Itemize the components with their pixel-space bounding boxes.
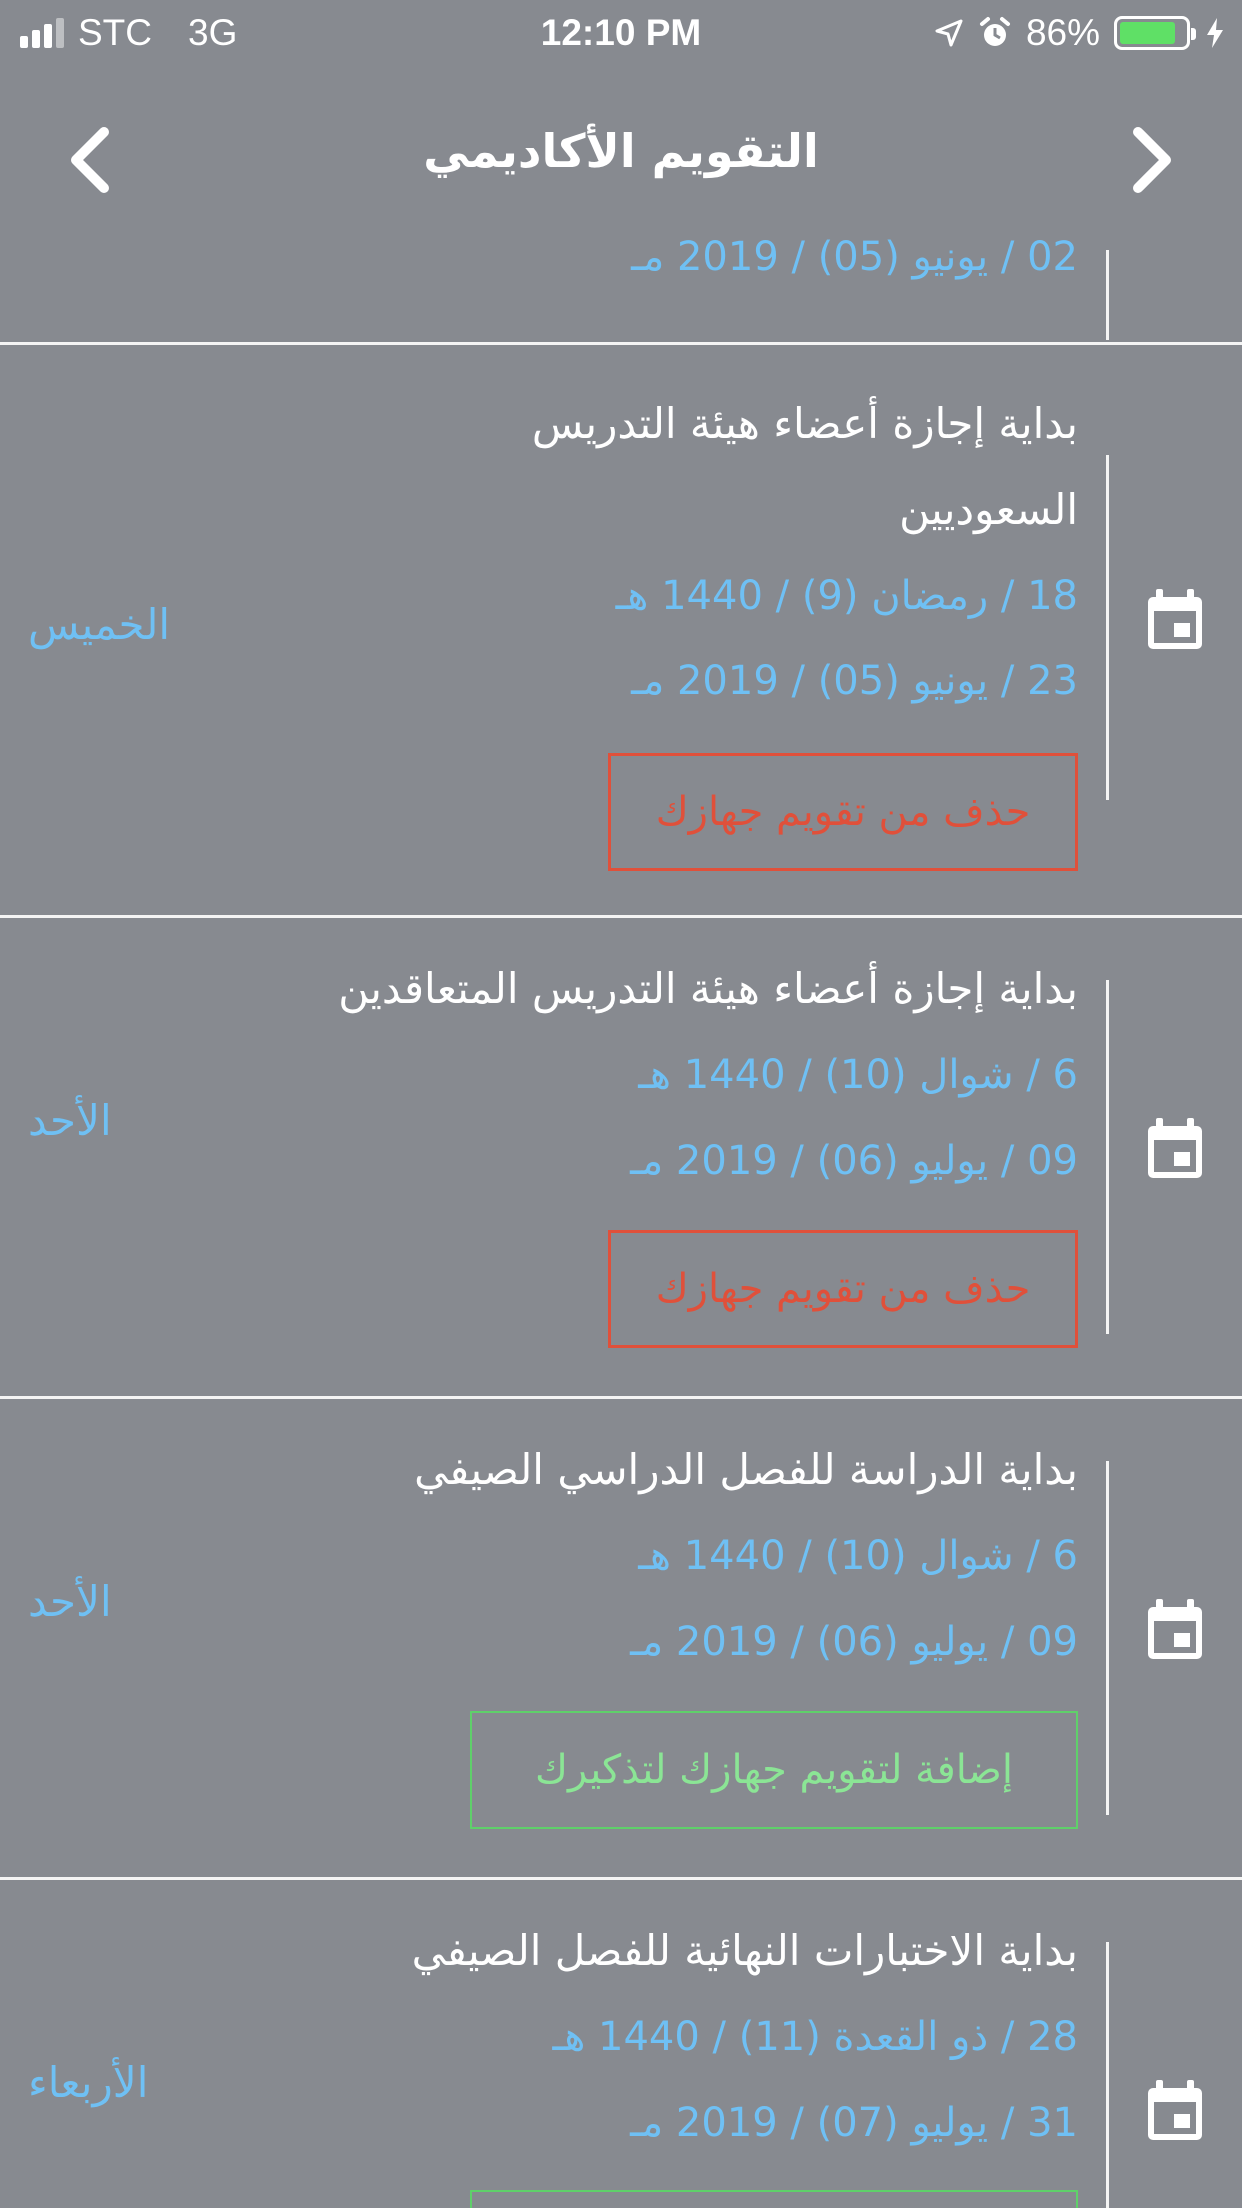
hijri-date: 6 / شوال (10) / 1440 هـ — [638, 1052, 1078, 1098]
weekday-label: الأحد — [28, 1577, 112, 1626]
list-item[interactable]: بداية الاختبارات النهائية للفصل الصيفي 2… — [0, 1880, 1242, 2208]
remove-from-device-calendar-button[interactable]: حذف من تقويم جهازك — [608, 1230, 1078, 1348]
weekday-label: الخميس — [28, 600, 171, 649]
battery-fill — [1120, 22, 1176, 44]
alarm-clock-icon — [979, 17, 1010, 46]
gregorian-date: 23 / يونيو (05) / 2019 مـ — [631, 658, 1078, 704]
battery-icon — [1114, 16, 1196, 50]
add-to-device-calendar-button[interactable]: إضافة لتقويم جهازك لتذكيرك — [470, 1711, 1078, 1829]
event-title: بداية إجازة أعضاء هيئة التدريس — [531, 399, 1078, 448]
remove-from-device-calendar-button[interactable]: حذف من تقويم جهازك — [608, 753, 1078, 871]
divider-vertical — [1106, 1942, 1109, 2208]
list-item[interactable]: بداية الدراسة للفصل الدراسي الصيفي 6 / ش… — [0, 1399, 1242, 1877]
status-bar: STC 3G 12:10 PM 86% — [0, 0, 1242, 66]
gregorian-date: 02 / يونيو (05) / 2019 مـ — [631, 234, 1078, 280]
location-arrow-icon — [935, 19, 963, 47]
weekday-label: الأحد — [28, 1096, 112, 1145]
event-title-continued: السعوديين — [899, 485, 1078, 534]
battery-percent: 86% — [1025, 12, 1100, 53]
list-item[interactable]: بداية إجازة أعضاء هيئة التدريس السعوديين… — [0, 345, 1242, 915]
divider-vertical — [1106, 980, 1109, 1334]
academic-calendar-list[interactable]: 02 / يونيو (05) / 2019 مـ بداية إجازة أع… — [0, 216, 1242, 2208]
page-title: التقويم الأكاديمي — [423, 124, 819, 178]
hijri-date: 6 / شوال (10) / 1440 هـ — [638, 1533, 1078, 1579]
forward-button[interactable] — [1110, 120, 1190, 200]
event-title: بداية الدراسة للفصل الدراسي الصيفي — [414, 1445, 1078, 1494]
event-title: بداية الاختبارات النهائية للفصل الصيفي — [411, 1926, 1078, 1975]
weekday-label: الأربعاء — [28, 2058, 149, 2107]
gregorian-date: 09 / يوليو (06) / 2019 مـ — [630, 1619, 1078, 1665]
status-right: 86% — [934, 12, 1226, 54]
hijri-date: 18 / رمضان (9) / 1440 هـ — [615, 573, 1078, 619]
divider-vertical — [1106, 250, 1109, 340]
calendar-icon[interactable] — [1140, 1114, 1210, 1184]
event-title: بداية إجازة أعضاء هيئة التدريس المتعاقدي… — [338, 964, 1078, 1013]
list-item[interactable]: 02 / يونيو (05) / 2019 مـ — [0, 216, 1242, 346]
gregorian-date: 09 / يوليو (06) / 2019 مـ — [630, 1138, 1078, 1184]
list-item[interactable]: بداية إجازة أعضاء هيئة التدريس المتعاقدي… — [0, 918, 1242, 1396]
divider-vertical — [1106, 1461, 1109, 1815]
calendar-icon[interactable] — [1140, 2076, 1210, 2146]
calendar-icon[interactable] — [1140, 585, 1210, 655]
gregorian-date: 31 / يوليو (07) / 2019 مـ — [630, 2100, 1078, 2146]
navigation-bar: التقويم الأكاديمي — [0, 66, 1242, 216]
chevron-right-icon — [1133, 127, 1171, 193]
calendar-icon[interactable] — [1140, 1595, 1210, 1665]
add-to-device-calendar-button-partial[interactable] — [470, 2190, 1078, 2208]
divider-vertical — [1106, 455, 1109, 800]
charging-bolt-icon — [1207, 18, 1223, 48]
hijri-date: 28 / ذو القعدة (11) / 1440 هـ — [552, 2014, 1078, 2060]
